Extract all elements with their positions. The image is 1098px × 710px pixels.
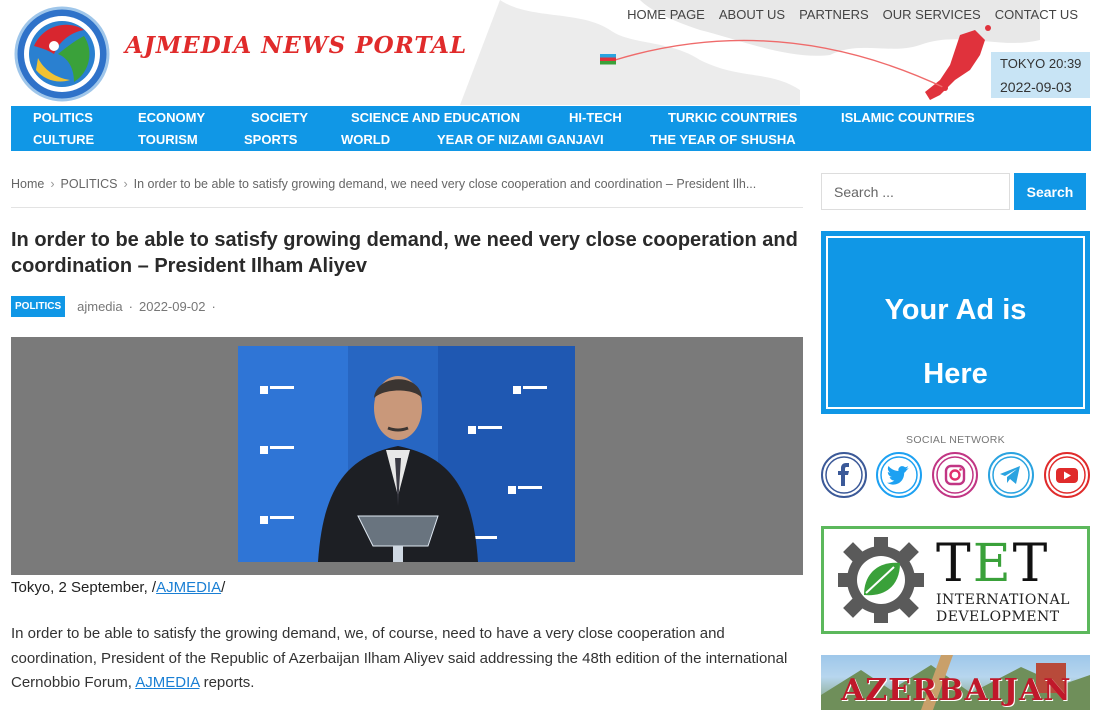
speaker-photo-illustration (238, 346, 575, 562)
twitter-icon[interactable] (876, 452, 922, 498)
meta-separator: · (128, 299, 133, 314)
meta-separator: · (211, 299, 216, 314)
breadcrumb: Home › POLITICS › In order to be able to sat… (11, 177, 803, 191)
gear-leaf-logo (838, 537, 924, 623)
clock-widget: TOKYO 20:39 2022-09-03 (991, 52, 1090, 98)
youtube-icon[interactable] (1044, 452, 1090, 498)
featured-photo (238, 346, 575, 562)
telegram-icon[interactable] (988, 452, 1034, 498)
search-input[interactable] (821, 173, 1010, 210)
tet-line-1: INTERNATIONAL (936, 592, 1070, 608)
divider (11, 207, 803, 208)
chevron-right-icon: › (123, 177, 128, 191)
chevron-right-icon: › (50, 177, 55, 191)
site-header: AJMEDIA NEWS PORTAL HOME PAGE ABOUT US P… (0, 0, 1098, 105)
nav-sports[interactable]: SPORTS (244, 132, 297, 147)
topnav-home[interactable]: HOME PAGE (627, 7, 705, 22)
article-title: In order to be able to satisfy growing d… (11, 229, 798, 277)
ad-inner-border: Your Ad is Here (826, 236, 1085, 409)
caption-link[interactable]: AJMEDIA (156, 579, 221, 596)
ad-line-2: Here (923, 358, 988, 390)
topnav-services[interactable]: OUR SERVICES (883, 7, 981, 22)
clock-date: 2022-09-03 (1000, 79, 1072, 95)
topnav-contact[interactable]: CONTACT US (995, 7, 1078, 22)
article-body: In order to be able to satisfy the growi… (11, 622, 803, 696)
topnav-partners[interactable]: PARTNERS (799, 7, 869, 22)
nav-world[interactable]: WORLD (341, 132, 390, 147)
instagram-icon[interactable] (932, 452, 978, 498)
ad-banner[interactable]: Your Ad is Here (821, 231, 1090, 414)
topnav-about[interactable]: ABOUT US (719, 7, 785, 22)
nav-culture[interactable]: CULTURE (33, 132, 94, 147)
nav-turkic-countries[interactable]: TURKIC COUNTRIES (668, 110, 797, 125)
caption-suffix: / (221, 579, 226, 596)
breadcrumb-current: In order to be able to satisfy growing d… (133, 177, 757, 191)
azerbaijan-banner-text: AZERBAIJAN (841, 673, 1072, 708)
tet-subtitle: INTERNATIONAL DEVELOPMENT (936, 592, 1070, 626)
nav-economy[interactable]: ECONOMY (138, 110, 205, 125)
tet-line-2: DEVELOPMENT (936, 609, 1060, 625)
main-navigation: POLITICS ECONOMY SOCIETY SCIENCE AND EDU… (11, 106, 1091, 151)
nav-islamic-countries[interactable]: ISLAMIC COUNTRIES (841, 110, 975, 125)
featured-image-frame (11, 337, 803, 575)
facebook-icon[interactable] (821, 452, 867, 498)
nav-hi-tech[interactable]: HI-TECH (569, 110, 622, 125)
body-text: In order to be able to satisfy the growi… (11, 625, 788, 691)
tet-letters: TET (936, 534, 1050, 594)
azerbaijan-banner[interactable]: AZERBAIJAN (821, 655, 1090, 710)
ajmedia-logo[interactable] (14, 6, 110, 102)
nav-tourism[interactable]: TOURISM (138, 132, 198, 147)
article-author[interactable]: ajmedia (77, 299, 123, 314)
category-badge[interactable]: POLITICS (11, 296, 66, 317)
site-title[interactable]: AJMEDIA NEWS PORTAL (125, 32, 467, 59)
nav-year-shusha[interactable]: THE YEAR OF SHUSHA (650, 132, 796, 147)
clock-time: TOKYO 20:39 (1000, 56, 1082, 71)
tet-international-banner[interactable]: TET INTERNATIONAL DEVELOPMENT (821, 526, 1090, 634)
body-suffix: reports. (199, 674, 255, 691)
ad-text: Your Ad is Here (828, 278, 1083, 406)
nav-year-nizami[interactable]: YEAR OF NIZAMI GANJAVI (437, 132, 604, 147)
ad-line-1: Your Ad is (884, 294, 1027, 326)
nav-society[interactable]: SOCIETY (251, 110, 308, 125)
search-button[interactable]: Search (1014, 173, 1086, 210)
caption-prefix: Tokyo, 2 September, / (11, 579, 157, 596)
top-navigation: HOME PAGE ABOUT US PARTNERS OUR SERVICES… (627, 7, 1078, 22)
body-link[interactable]: AJMEDIA (135, 674, 199, 691)
image-caption: Tokyo, 2 September, /AJMEDIA/ (11, 579, 225, 596)
article-meta: POLITICS ajmedia · 2022-09-02 · (11, 296, 222, 317)
nav-science-education[interactable]: SCIENCE AND EDUCATION (351, 110, 520, 125)
breadcrumb-home[interactable]: Home (11, 177, 44, 191)
breadcrumb-category[interactable]: POLITICS (61, 177, 118, 191)
social-network-heading: SOCIAL NETWORK (906, 434, 1005, 446)
nav-politics[interactable]: POLITICS (33, 110, 93, 125)
article-date: 2022-09-02 (139, 299, 206, 314)
